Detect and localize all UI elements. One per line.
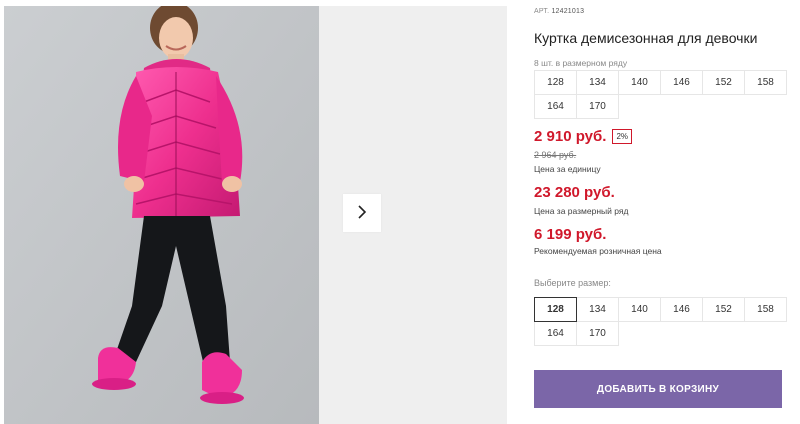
- retail-price: 6 199 руб.: [534, 226, 607, 243]
- old-price: 2 964 руб.: [534, 150, 577, 160]
- chevron-right-icon: [356, 204, 368, 223]
- size-option-146[interactable]: 146: [660, 297, 703, 322]
- size-option-164[interactable]: 164: [534, 321, 577, 346]
- girl-in-pink-jacket-image: [4, 6, 319, 424]
- pack-size-cell: 170: [576, 94, 619, 119]
- retail-price-caption: Рекомендуемая розничная цена: [534, 246, 662, 256]
- product-gallery: [0, 0, 507, 424]
- unit-price-caption: Цена за единицу: [534, 164, 601, 174]
- size-option-128[interactable]: 128: [534, 297, 577, 322]
- pack-size-note: 8 шт. в размерном ряду: [534, 58, 628, 68]
- size-option-134[interactable]: 134: [576, 297, 619, 322]
- choose-size-label: Выберите размер:: [534, 278, 611, 288]
- size-option-170[interactable]: 170: [576, 321, 619, 346]
- size-option-152[interactable]: 152: [702, 297, 745, 322]
- unit-price: 2 910 руб.: [534, 128, 607, 145]
- pack-size-cell: 158: [744, 70, 787, 95]
- pack-size-cell: 152: [702, 70, 745, 95]
- pack-size-cell: 140: [618, 70, 661, 95]
- size-option-140[interactable]: 140: [618, 297, 661, 322]
- size-option-158[interactable]: 158: [744, 297, 787, 322]
- product-info-panel: АРТ. 12421013 Куртка демисезонная для де…: [534, 0, 796, 424]
- size-selector: 128 134 140 146 152 158 164 170: [534, 297, 787, 346]
- pack-size-grid: 128 134 140 146 152 158 164 170: [534, 70, 787, 119]
- article-value: 12421013: [551, 8, 585, 15]
- pack-size-cell: 128: [534, 70, 577, 95]
- pack-size-cell: 146: [660, 70, 703, 95]
- price-row: 2 910 руб. 2%: [534, 128, 633, 145]
- pack-size-cell: 164: [534, 94, 577, 119]
- product-photo[interactable]: [4, 6, 319, 424]
- add-to-cart-button[interactable]: ДОБАВИТЬ В КОРЗИНУ: [534, 370, 782, 408]
- next-image-button[interactable]: [343, 194, 381, 232]
- discount-badge: 2%: [612, 129, 633, 144]
- row-price-caption: Цена за размерный ряд: [534, 206, 629, 216]
- row-price: 23 280 руб.: [534, 184, 615, 201]
- pack-size-cell: 134: [576, 70, 619, 95]
- article-label: АРТ.: [534, 8, 550, 15]
- product-title: Куртка демисезонная для девочки: [534, 30, 758, 46]
- article-number: АРТ. 12421013: [534, 8, 584, 15]
